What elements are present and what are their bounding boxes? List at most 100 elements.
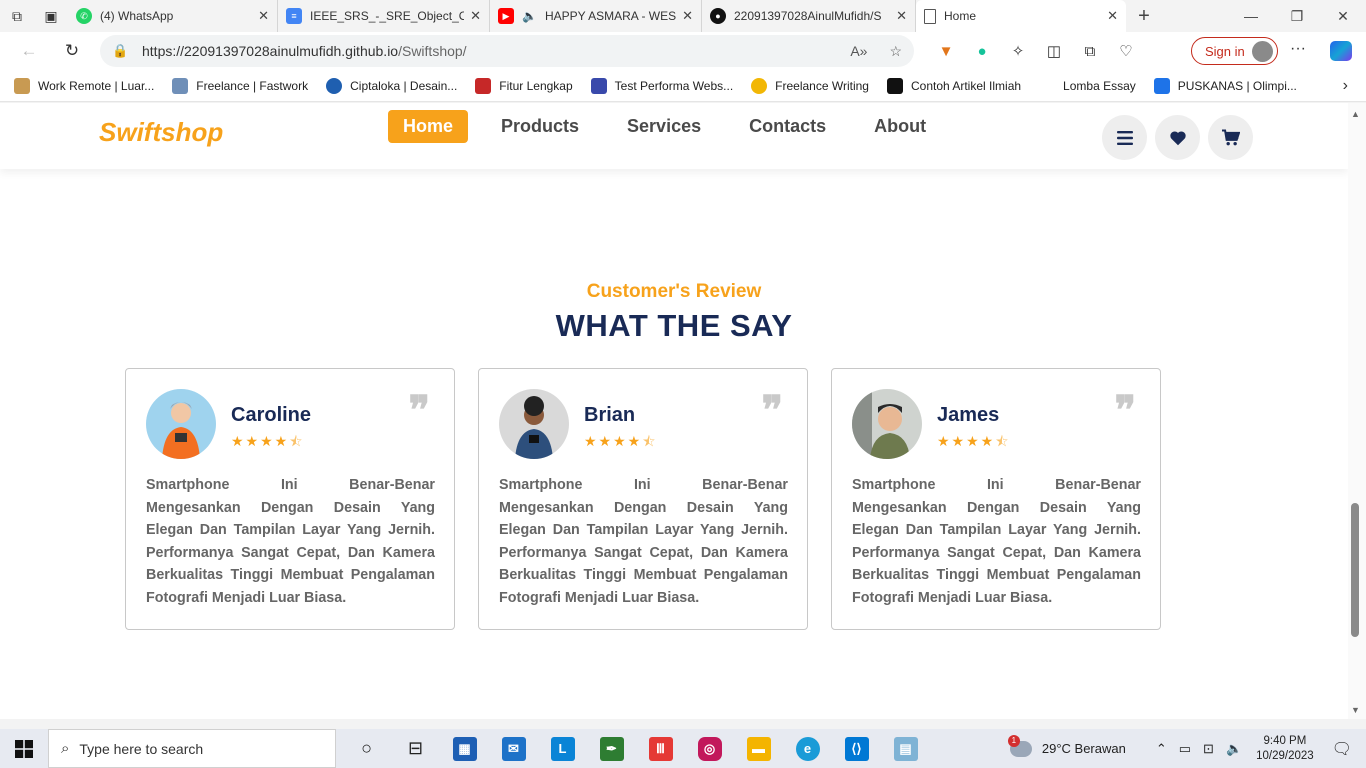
browser-essentials-icon[interactable]: ♡ [1108,42,1144,60]
l-app-icon[interactable]: L [538,729,587,768]
grammarly-icon[interactable]: ● [964,43,1000,60]
reviewer-name: Brian [584,404,636,426]
instagram-icon[interactable]: ◎ [685,729,734,768]
favorite-star-icon[interactable]: ☆ [889,43,902,60]
notepad-icon[interactable]: ▤ [881,729,930,768]
metamask-icon[interactable]: ▼ [928,43,964,60]
close-window-icon[interactable]: ✕ [1320,8,1366,25]
bookmark-item[interactable]: Lomba Essay [1039,77,1136,94]
extension-icons: ▼ ● ✧ ◫ ⧉ ♡ [928,32,1144,70]
close-tab-icon[interactable]: ✕ [252,8,269,24]
tab-docs[interactable]: ≡ IEEE_SRS_-_SRE_Object_Orie ✕ [278,0,490,32]
review-card: James ★★★★⯪ ❞ Smartphone Ini Benar-Benar… [831,368,1161,630]
avatar [499,389,569,459]
nav-services[interactable]: Services [627,116,701,137]
cart-icon[interactable] [1208,115,1253,160]
site-header: Swiftshop Home Products Services Contact… [0,103,1348,169]
nav-contacts[interactable]: Contacts [749,116,826,137]
review-text: Smartphone Ini Benar-Benar Mengesankan D… [852,477,1141,606]
nav-about[interactable]: About [874,116,926,137]
restore-icon[interactable]: ❐ [1274,8,1320,25]
docs-icon: ≡ [286,8,302,24]
close-tab-icon[interactable]: ✕ [464,8,481,24]
weather-badge: 1 [1007,734,1020,747]
new-tab-button[interactable]: + [1126,5,1162,28]
tab-actions-icon[interactable]: ▣ [34,0,68,32]
reviewer-name: Caroline [231,404,312,426]
rating-stars: ★★★★⯪ [231,433,305,449]
section-subtitle: Customer's Review [586,281,762,302]
avatar [852,389,922,459]
scrollbar-thumb[interactable] [1351,503,1359,637]
volume-icon[interactable]: 🔈 [1226,741,1242,757]
copilot-icon[interactable] [1330,41,1352,61]
bookmark-item[interactable]: Work Remote | Luar... [14,77,154,94]
quote-icon: ❞ [761,387,783,434]
tab-github[interactable]: ● 22091397028AinulMufidh/S ✕ [702,0,916,32]
file-explorer-icon[interactable]: ▬ [734,729,783,768]
start-button[interactable] [0,729,48,768]
address-bar[interactable]: 🔒 https://22091397028ainulmufidh.github.… [100,35,914,67]
back-icon[interactable]: ← [10,41,48,61]
task-view-icon[interactable]: ⊟ [391,729,440,768]
menu-icon[interactable] [1102,115,1147,160]
network-icon[interactable]: ⊡ [1203,741,1214,757]
read-aloud-icon[interactable]: A» [850,43,867,60]
store-icon[interactable]: ▦ [440,729,489,768]
rating-stars: ★★★★⯪ [584,433,658,449]
bookmark-item[interactable]: Freelance | Fastwork [172,77,308,94]
tab-youtube[interactable]: ▶ 🔈 HAPPY ASMARA - WES ✕ [490,0,702,32]
tray-overflow-icon[interactable]: ⌃ [1156,741,1167,757]
split-screen-icon[interactable]: ◫ [1036,42,1072,60]
bookmarks-overflow-icon[interactable]: › [1343,77,1348,95]
minimize-icon[interactable]: — [1228,8,1274,25]
collections-icon[interactable]: ⧉ [1072,43,1108,60]
mail-icon[interactable]: ✉ [489,729,538,768]
vscode-icon[interactable]: ⟨⟩ [832,729,881,768]
feather-app-icon[interactable]: ✒ [587,729,636,768]
bookmark-favicon-icon [590,77,607,94]
taskbar-search[interactable]: ⌕ Type here to search [48,729,336,768]
tab-home[interactable]: Home ✕ [916,0,1126,32]
close-tab-icon[interactable]: ✕ [676,8,693,24]
refresh-icon[interactable]: ↻ [53,41,91,61]
bookmark-item[interactable]: Freelance Writing [751,77,869,94]
sign-in-button[interactable]: Sign in [1191,37,1278,65]
close-tab-icon[interactable]: ✕ [1101,8,1118,24]
web-page: Swiftshop Home Products Services Contact… [0,103,1348,719]
bookmark-item[interactable]: PUSKANAS | Olimpi... [1153,77,1297,94]
system-tray: 1 29°C Berawan ⌃ ▭ ⊡ 🔈 9:40 PM 10/29/202… [1007,729,1366,768]
weather-widget[interactable]: 1 29°C Berawan [1007,734,1126,757]
page-scrollbar[interactable]: ▲ ▼ [1348,103,1366,719]
extensions-icon[interactable]: ✧ [1000,42,1036,60]
edge-icon[interactable]: e [783,729,832,768]
nav-products[interactable]: Products [501,116,579,137]
tab-whatsapp[interactable]: ✆ (4) WhatsApp ✕ [68,0,278,32]
workspaces-icon[interactable]: ⧉ [0,0,34,32]
battery-icon[interactable]: ▭ [1179,741,1191,757]
bookmark-item[interactable]: Fitur Lengkap [475,77,573,94]
browser-tab-strip: ⧉ ▣ ✆ (4) WhatsApp ✕ ≡ IEEE_SRS_-_SRE_Ob… [0,0,1366,32]
site-logo[interactable]: Swiftshop [99,117,223,148]
nav-home[interactable]: Home [388,110,469,143]
red-app-icon[interactable]: Ⅲ [636,729,685,768]
lock-icon[interactable]: 🔒 [112,43,128,59]
url-host: https://22091397028ainulmufidh.github.io [142,43,399,59]
speaker-icon[interactable]: 🔈 [522,9,537,23]
heart-icon[interactable] [1155,115,1200,160]
bookmark-favicon-icon [326,77,343,94]
close-tab-icon[interactable]: ✕ [890,8,907,24]
windows-icon [15,739,33,758]
bookmark-item[interactable]: Ciptaloka | Desain... [326,77,457,94]
scroll-up-icon[interactable]: ▲ [1351,109,1360,119]
cortana-icon[interactable]: ○ [342,729,391,768]
section-heading: WHAT THE SAY [555,308,793,343]
github-icon: ● [710,8,726,24]
notification-icon[interactable]: 🗨 [1332,739,1352,759]
scroll-down-icon[interactable]: ▼ [1351,705,1360,715]
bookmark-item[interactable]: Test Performa Webs... [590,77,733,94]
clock[interactable]: 9:40 PM 10/29/2023 [1256,734,1314,764]
more-options-icon[interactable]: ··· [1290,40,1306,58]
bookmark-favicon-icon [1153,77,1170,94]
bookmark-item[interactable]: Contoh Artikel Ilmiah [886,77,1021,94]
